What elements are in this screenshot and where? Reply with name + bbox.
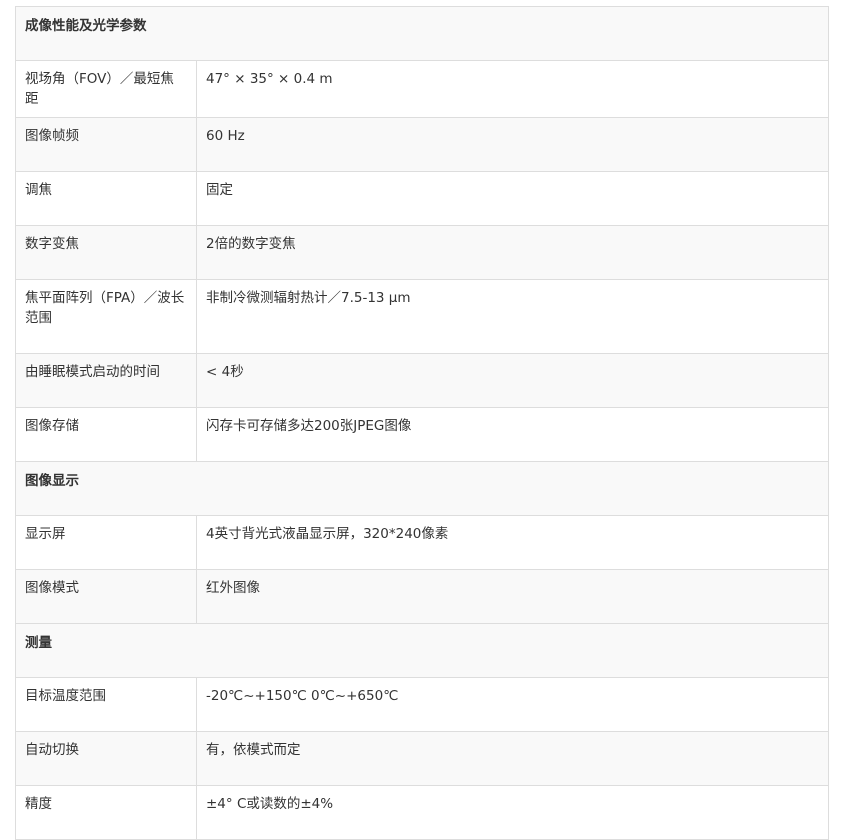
spec-label: 调焦 — [15, 171, 197, 226]
spec-label: 焦平面阵列（FPA）／波长范围 — [15, 279, 197, 354]
spec-value: 60 Hz — [196, 117, 829, 172]
table-row: 显示屏 4英寸背光式液晶显示屏，320*240像素 — [15, 515, 829, 570]
table-row: 精度 ±4° C或读数的±4% — [15, 785, 829, 840]
spec-label: 图像帧频 — [15, 117, 197, 172]
spec-label: 视场角（FOV）／最短焦距 — [15, 60, 197, 118]
table-row: 焦平面阵列（FPA）／波长范围 非制冷微测辐射热计／7.5-13 μm — [15, 279, 829, 354]
spec-value: 固定 — [196, 171, 829, 226]
table-row: 由睡眠模式启动的时间 < 4秒 — [15, 353, 829, 408]
spec-value: < 4秒 — [196, 353, 829, 408]
spec-label: 数字变焦 — [15, 225, 197, 280]
spec-value: 非制冷微测辐射热计／7.5-13 μm — [196, 279, 829, 354]
spec-label: 精度 — [15, 785, 197, 840]
table-row: 图像存储 闪存卡可存储多达200张JPEG图像 — [15, 407, 829, 462]
section-header-imaging: 成像性能及光学参数 — [15, 6, 829, 61]
spec-label: 自动切换 — [15, 731, 197, 786]
spec-label: 图像存储 — [15, 407, 197, 462]
spec-label: 由睡眠模式启动的时间 — [15, 353, 197, 408]
table-row: 图像模式 红外图像 — [15, 569, 829, 624]
spec-value: 红外图像 — [196, 569, 829, 624]
spec-label: 图像模式 — [15, 569, 197, 624]
spec-value: 2倍的数字变焦 — [196, 225, 829, 280]
section-title: 成像性能及光学参数 — [15, 6, 829, 61]
section-header-display: 图像显示 — [15, 461, 829, 516]
spec-value: ±4° C或读数的±4% — [196, 785, 829, 840]
table-row: 调焦 固定 — [15, 171, 829, 226]
spec-label: 显示屏 — [15, 515, 197, 570]
spec-value: -20℃~+150℃ 0℃~+650℃ — [196, 677, 829, 732]
spec-value: 47° × 35° × 0.4 m — [196, 60, 829, 118]
table-row: 数字变焦 2倍的数字变焦 — [15, 225, 829, 280]
spec-table: 成像性能及光学参数 视场角（FOV）／最短焦距 47° × 35° × 0.4 … — [15, 6, 829, 840]
spec-label: 目标温度范围 — [15, 677, 197, 732]
table-row: 视场角（FOV）／最短焦距 47° × 35° × 0.4 m — [15, 60, 829, 118]
section-title: 图像显示 — [15, 461, 829, 516]
spec-value: 有，依模式而定 — [196, 731, 829, 786]
spec-value: 闪存卡可存储多达200张JPEG图像 — [196, 407, 829, 462]
section-title: 测量 — [15, 623, 829, 678]
table-row: 目标温度范围 -20℃~+150℃ 0℃~+650℃ — [15, 677, 829, 732]
table-row: 图像帧频 60 Hz — [15, 117, 829, 172]
spec-value: 4英寸背光式液晶显示屏，320*240像素 — [196, 515, 829, 570]
section-header-measurement: 测量 — [15, 623, 829, 678]
table-row: 自动切换 有，依模式而定 — [15, 731, 829, 786]
